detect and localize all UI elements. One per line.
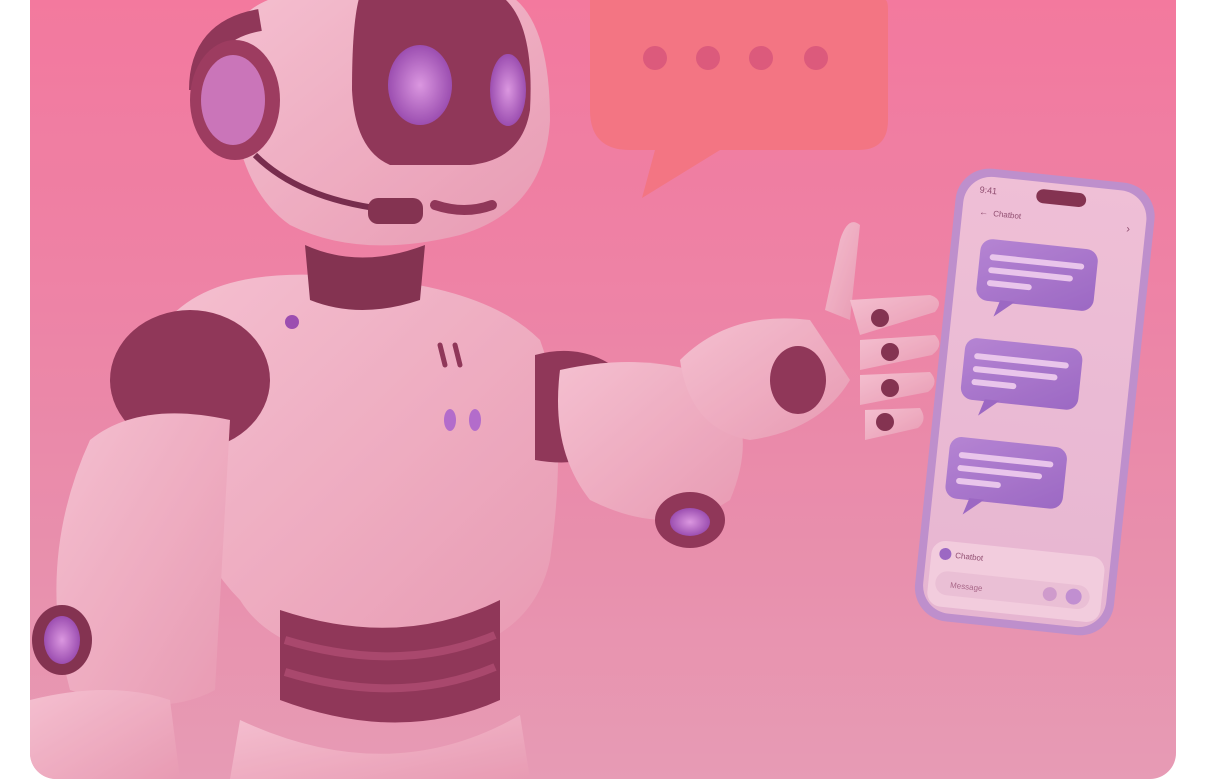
color-overlay (30, 0, 1176, 779)
robot-chat-illustration: 9:41 ← Chatbot › Chatbot Message (30, 0, 1176, 779)
hero-illustration-card: 9:41 ← Chatbot › Chatbot Message (30, 0, 1176, 779)
